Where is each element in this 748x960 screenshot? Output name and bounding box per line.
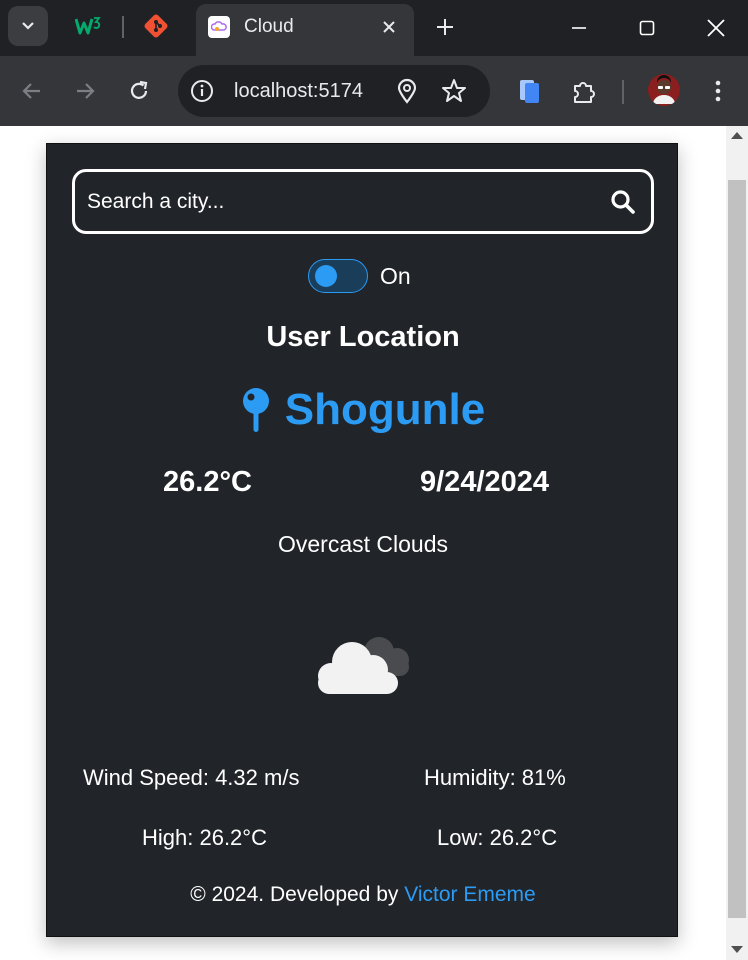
weather-description: Overcast Clouds (277, 531, 448, 557)
extension-docs-button[interactable] (515, 76, 545, 106)
browser-tab-strip: Cloud (0, 0, 748, 56)
scrollbar-thumb[interactable] (728, 180, 746, 918)
author-link[interactable]: Victor Ememe (404, 883, 536, 906)
close-window-button[interactable] (691, 8, 741, 48)
page-scrollbar[interactable] (726, 126, 748, 960)
toolbar-separator (622, 80, 624, 104)
back-arrow-icon (22, 83, 40, 99)
reload-icon (130, 80, 148, 99)
url-text: localhost:5174 (234, 80, 363, 102)
page-viewport: On User Location Shogunle 26.2°C 9/24/20… (0, 126, 726, 960)
footer: © 2024. Developed by Victor Ememe (47, 882, 679, 908)
maximize-window-button[interactable] (622, 8, 672, 48)
close-tab-icon[interactable] (378, 16, 400, 38)
pinned-tab-w3schools[interactable] (72, 10, 104, 42)
minimize-icon (572, 27, 586, 29)
footer-text: © 2024. Developed by (190, 883, 405, 906)
toggle-knob (315, 265, 337, 287)
w3schools-icon (75, 17, 101, 35)
tab-search-button[interactable] (8, 6, 48, 46)
more-vertical-icon (715, 80, 721, 102)
avatar-icon (648, 74, 680, 106)
current-temperature: 26.2°C (163, 466, 252, 498)
location-pin-icon[interactable] (394, 78, 420, 104)
git-icon (144, 14, 168, 38)
reload-button[interactable] (121, 73, 157, 109)
pinned-tab-git[interactable] (140, 10, 172, 42)
address-bar[interactable]: localhost:5174 (178, 65, 490, 117)
forward-button[interactable] (67, 73, 103, 109)
browser-menu-button[interactable] (703, 76, 733, 106)
city-name: Shogunle (284, 385, 486, 434)
city-search-box (72, 169, 654, 234)
new-tab-button[interactable] (430, 12, 460, 42)
city-search-input[interactable] (87, 172, 597, 231)
site-info-icon[interactable] (190, 79, 214, 103)
chevron-down-icon (22, 22, 34, 30)
map-pin-icon (242, 388, 269, 432)
profile-avatar[interactable] (648, 74, 680, 106)
close-icon (707, 19, 725, 37)
search-button[interactable] (609, 188, 637, 216)
toggle-label: On (380, 263, 411, 289)
wind-speed: Wind Speed: 4.32 m/s (83, 765, 300, 790)
location-toggle[interactable] (308, 259, 368, 293)
browser-toolbar: localhost:5174 (0, 56, 748, 126)
high-temperature: High: 26.2°C (142, 825, 267, 850)
forward-arrow-icon (77, 83, 95, 99)
humidity: Humidity: 81% (424, 765, 566, 790)
docs-extension-icon (520, 80, 539, 103)
weather-card: On User Location Shogunle 26.2°C 9/24/20… (46, 143, 678, 937)
search-icon (611, 190, 635, 214)
bookmark-star-icon[interactable] (441, 78, 467, 104)
overcast-clouds-icon (318, 637, 409, 694)
puzzle-icon (574, 82, 595, 103)
back-button[interactable] (14, 73, 50, 109)
tab-title: Cloud (244, 16, 294, 37)
app-favicon-icon (208, 16, 230, 38)
tab-cloud[interactable]: Cloud (196, 4, 414, 56)
plus-icon (437, 19, 453, 35)
maximize-icon (639, 20, 655, 36)
scroll-up-arrow-icon[interactable] (731, 132, 743, 139)
city-row: Shogunle (47, 382, 679, 438)
current-date: 9/24/2024 (420, 466, 550, 498)
low-temperature: Low: 26.2°C (437, 825, 558, 850)
minimize-window-button[interactable] (554, 8, 604, 48)
section-heading: User Location (266, 321, 460, 353)
extensions-button[interactable] (569, 76, 599, 106)
scroll-down-arrow-icon[interactable] (731, 946, 743, 953)
tab-separator (122, 16, 124, 38)
